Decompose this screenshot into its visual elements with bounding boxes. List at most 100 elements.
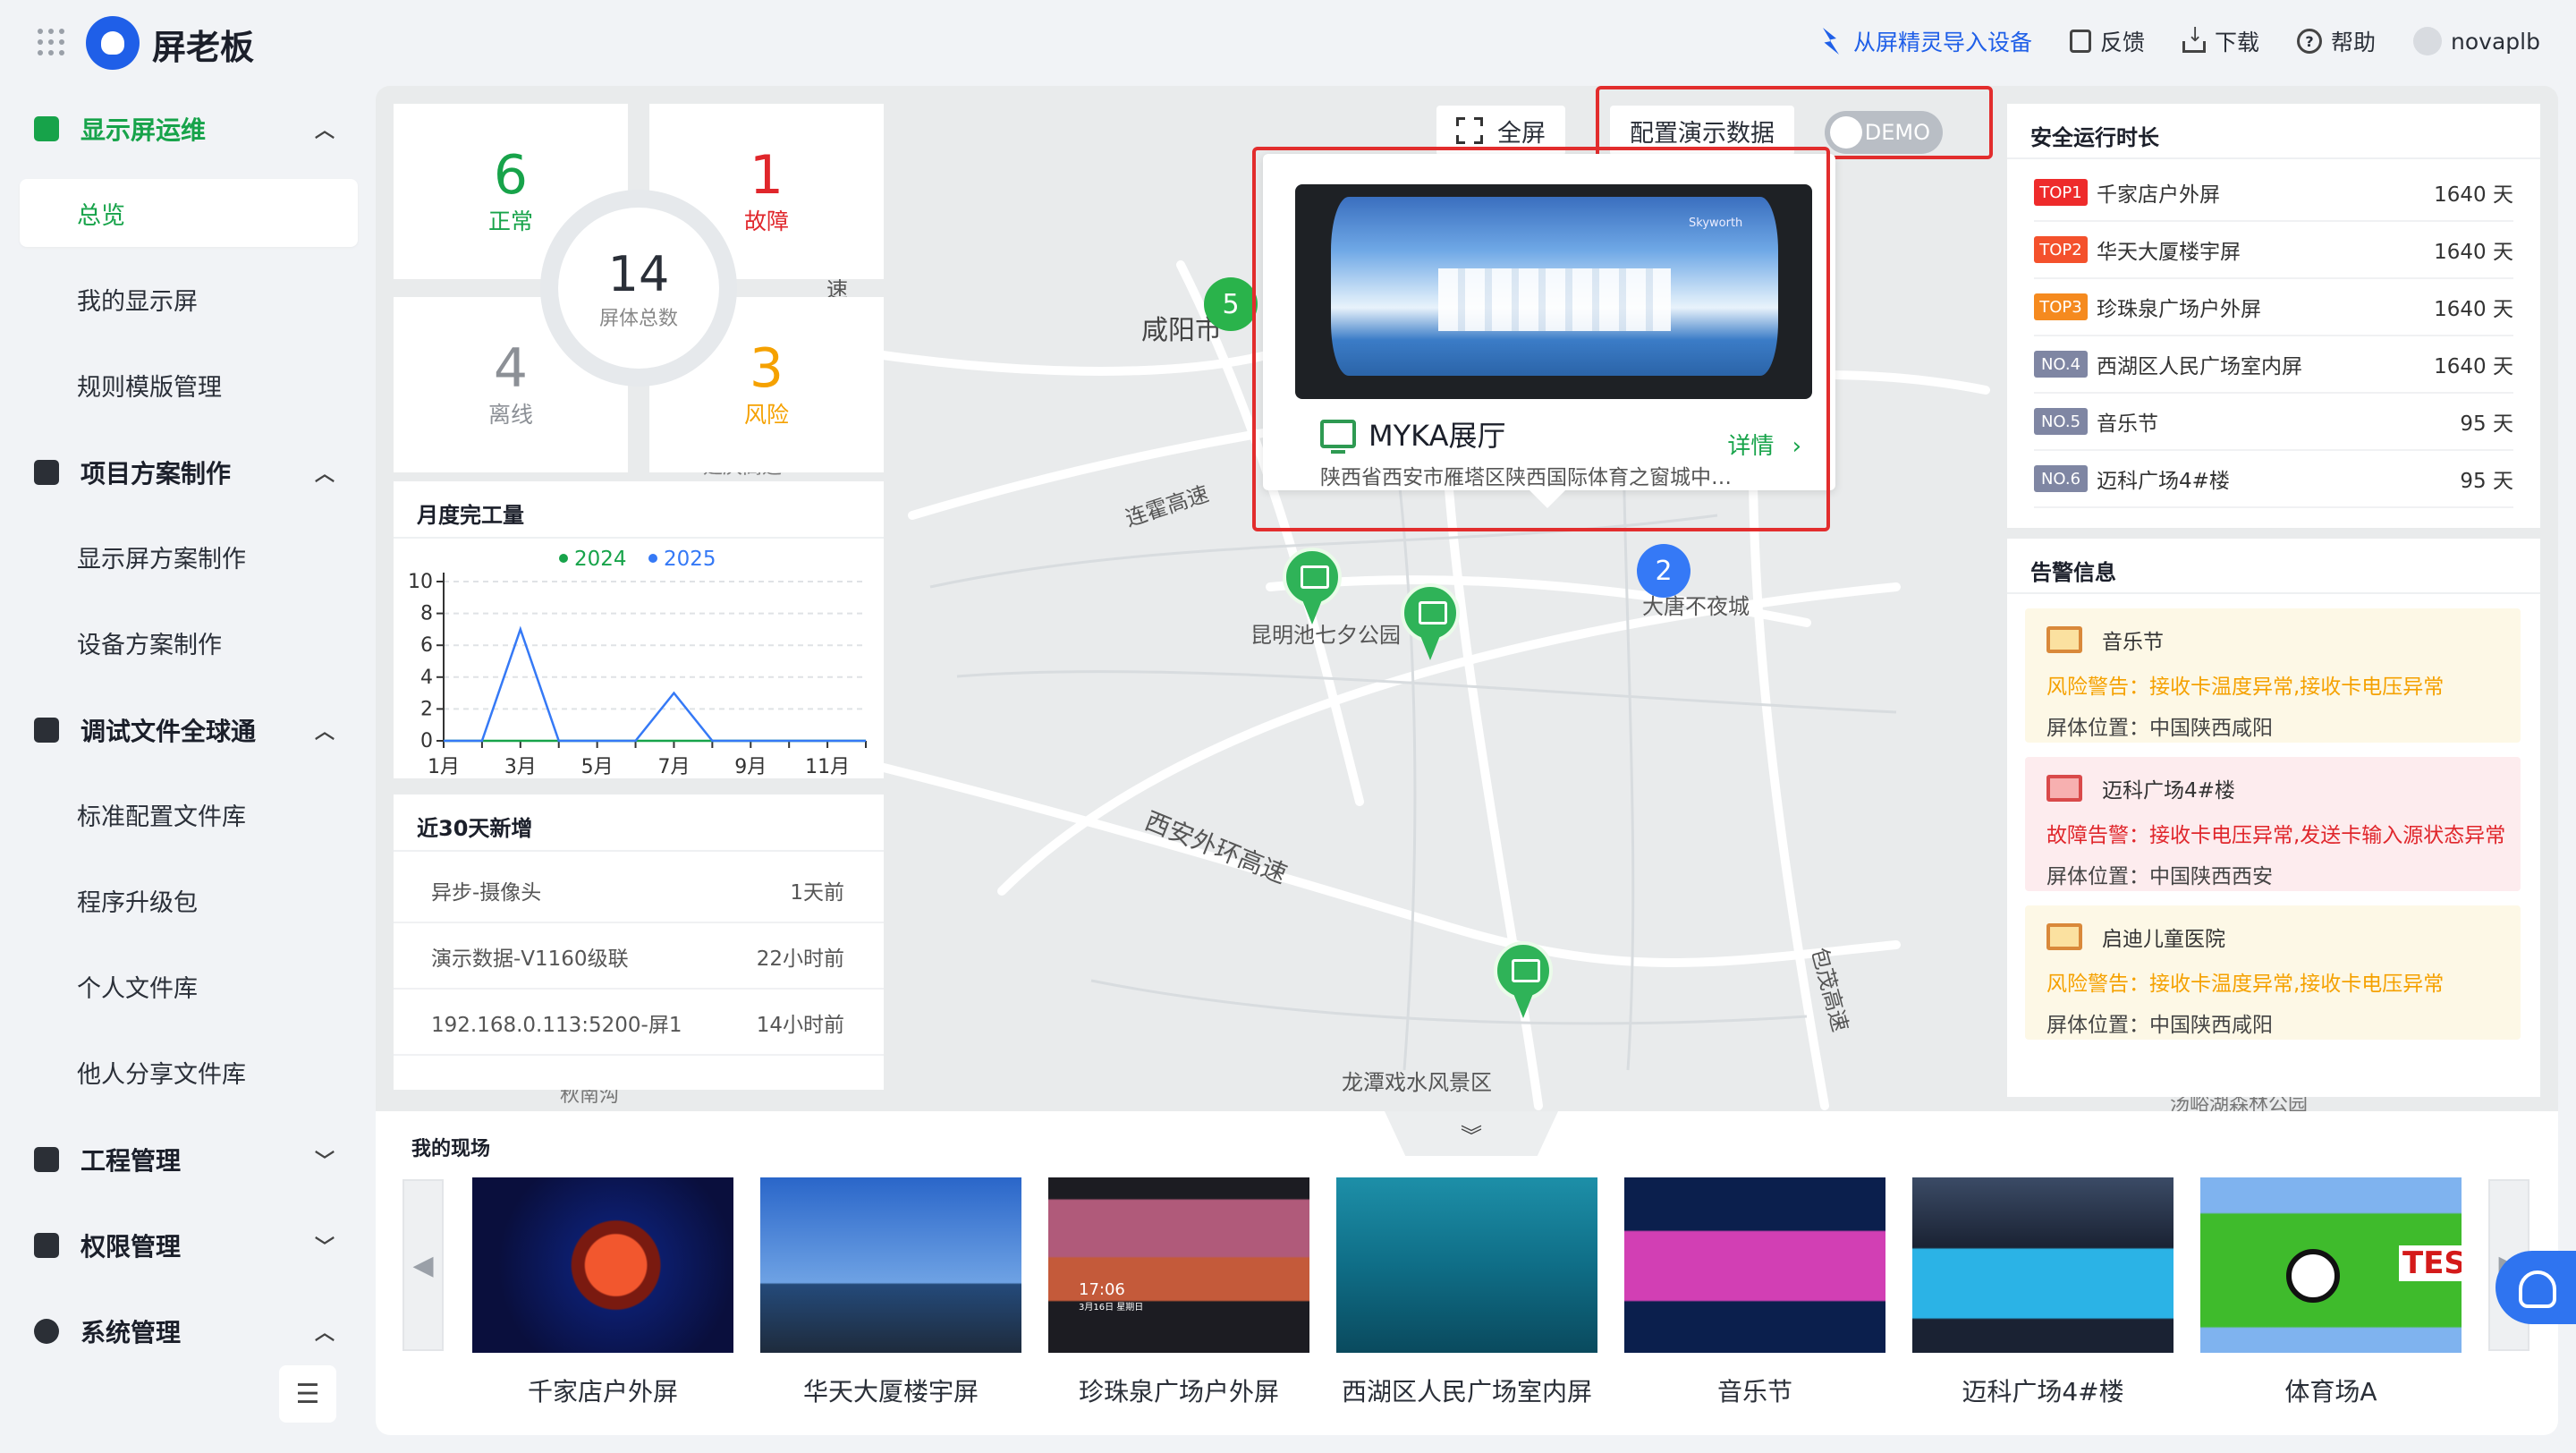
site-name[interactable]: 迈科广场4#楼 — [1912, 1372, 2174, 1408]
customer-service-button[interactable] — [2496, 1251, 2576, 1324]
recent-row[interactable]: 192.168.0.113:5200-屏1 14小时前 — [394, 991, 884, 1056]
rank-screen-name: 音乐节 — [2097, 412, 2158, 436]
chevron-down-icon: ﹀ — [314, 1151, 335, 1173]
brand-logo-icon — [86, 16, 140, 70]
alert-item[interactable]: 音乐节 风险警告：接收卡温度异常,接收卡电压异常 屏体位置：中国陕西咸阳 — [2025, 608, 2521, 743]
sidebar-group-project[interactable]: 项目方案制作 ︿ — [0, 429, 376, 515]
site-thumbnail[interactable] — [760, 1177, 1021, 1353]
caret-left-icon: ◀ — [412, 1249, 434, 1281]
app-root: 屏老板 从屏精灵导入设备 反馈 下载 ? 帮助 novaplb — [0, 0, 2576, 1453]
rank-badge: NO.4 — [2034, 351, 2088, 378]
y-tick-label: 0 — [420, 730, 433, 752]
recent-row-time: 14小时前 — [756, 1014, 844, 1037]
safety-rank-row[interactable]: TOP3 珍珠泉广场户外屏 1640 天 — [2034, 279, 2513, 336]
billboard-icon — [2046, 923, 2082, 950]
site-name[interactable]: 西湖区人民广场室内屏 — [1336, 1372, 1597, 1408]
map-cluster[interactable]: 2 — [1637, 544, 1690, 598]
recent-title: 近30天新增 — [417, 816, 533, 841]
sidebar-group-label: 调试文件全球通 — [80, 717, 257, 746]
map-marker[interactable] — [1494, 941, 1553, 1022]
monthly-line-chart: 0 2 4 6 8 10 1月 3月 5月 7月 9月 11月 2024 2025 — [408, 548, 867, 778]
safety-rank-row[interactable]: TOP2 华天大厦楼宇屏 1640 天 — [2034, 222, 2513, 279]
legend-label: 2024 — [574, 548, 627, 571]
sidebar-group-engineering[interactable]: 工程管理 ﹀ — [0, 1117, 376, 1202]
safety-rank-row[interactable]: TOP1 千家店户外屏 1640 天 — [2034, 165, 2513, 222]
site-name[interactable]: 音乐节 — [1624, 1372, 1885, 1408]
site-thumbnail[interactable] — [1624, 1177, 1885, 1353]
alert-item[interactable]: 迈科广场4#楼 故障告警：接收卡电压异常,发送卡输入源状态异常 屏体位置：中国陕西西… — [2025, 757, 2521, 891]
stat-risk-label: 风险 — [743, 402, 789, 428]
football-icon — [2286, 1249, 2340, 1303]
site-name[interactable]: 体育场A — [2200, 1372, 2462, 1408]
map-marker-selected[interactable] — [1401, 583, 1460, 664]
alert-screen-name: 迈科广场4#楼 — [2102, 779, 2235, 803]
site-thumbnail[interactable] — [1336, 1177, 1597, 1353]
alert-item[interactable]: 启迪儿童医院 风险警告：接收卡温度异常,接收卡电压异常 屏体位置：中国陕西咸阳 — [2025, 905, 2521, 1040]
user-menu[interactable]: novaplb — [2413, 27, 2540, 55]
sidebar-group-label: 系统管理 — [80, 1318, 182, 1347]
recent-row[interactable]: 演示数据-V1160级联 22小时前 — [394, 925, 884, 990]
feedback-button[interactable]: 反馈 — [2070, 25, 2145, 57]
sidebar-group-label: 显示屏运维 — [80, 115, 207, 145]
collapse-sidebar-button[interactable]: ☰ — [279, 1365, 336, 1423]
my-sites-strip: ︾ 我的现场 ◀ ▶ 千家店户外屏华天大厦楼宇屏17:063月16日 星期日珍珠… — [376, 1111, 2558, 1435]
collapse-panel-toggle[interactable]: ︾ — [1385, 1111, 1558, 1156]
recent-new-panel: 近30天新增 异步-摄像头 1天前 演示数据-V1160级联 22小时前 192… — [394, 794, 884, 1090]
sidebar-item-rule-templates[interactable]: 规则模版管理 — [20, 351, 358, 419]
stat-offline-value: 4 — [493, 337, 529, 400]
feedback-icon — [2070, 30, 2091, 53]
sidebar-item-overview[interactable]: 总览 — [20, 179, 358, 247]
screen-status-stats: 6 正常 1 故障 4 离线 3 风险 14 屏体总数 — [394, 104, 884, 472]
sidebar-group-permission[interactable]: 权限管理 ﹀ — [0, 1202, 376, 1288]
settings-icon — [34, 1319, 59, 1344]
site-thumbnail[interactable]: TES — [2200, 1177, 2462, 1353]
recent-row[interactable]: 异步-摄像头 1天前 — [394, 859, 884, 923]
help-button[interactable]: ? 帮助 — [2297, 25, 2376, 57]
chevron-up-icon: ︿ — [314, 463, 335, 486]
safety-rank-row[interactable]: NO.4 西湖区人民广场室内屏 1640 天 — [2034, 336, 2513, 394]
sidebar-item-my-screens[interactable]: 我的显示屏 — [20, 265, 358, 333]
site-name[interactable]: 千家店户外屏 — [472, 1372, 733, 1408]
permission-icon — [34, 1233, 59, 1258]
y-tick-label: 4 — [420, 667, 433, 689]
download-button[interactable]: 下载 — [2182, 24, 2259, 57]
site-thumbnail[interactable]: 17:06 3月16日 星期日 — [1048, 1177, 1309, 1353]
rank-screen-name: 千家店户外屏 — [2097, 183, 2220, 207]
rank-days: 1640 天 — [2434, 183, 2513, 207]
rank-screen-name: 珍珠泉广场户外屏 — [2097, 298, 2261, 321]
sidebar-item-upgrade-packages[interactable]: 程序升级包 — [20, 866, 358, 934]
fullscreen-label: 全屏 — [1497, 119, 1546, 148]
rank-days: 1640 天 — [2434, 241, 2513, 264]
recent-row-time: 1天前 — [790, 881, 844, 905]
stat-fault-label: 故障 — [743, 208, 789, 234]
safety-rank-row[interactable]: NO.6 迈科广场4#楼 95 天 — [2034, 451, 2513, 508]
site-thumbnail[interactable] — [472, 1177, 733, 1353]
sidebar-item-personal-files[interactable]: 个人文件库 — [20, 952, 358, 1020]
sidebar-item-screen-plan[interactable]: 显示屏方案制作 — [20, 523, 358, 591]
site-name[interactable]: 珍珠泉广场户外屏 — [1048, 1372, 1309, 1408]
sites-prev-button[interactable]: ◀ — [402, 1179, 444, 1351]
map-marker[interactable] — [1283, 548, 1342, 628]
recent-row-time: 22小时前 — [756, 947, 844, 971]
site-name[interactable]: 华天大厦楼宇屏 — [760, 1372, 1021, 1408]
import-devices-link[interactable]: 从屏精灵导入设备 — [1818, 25, 2032, 57]
recent-row-name: 演示数据-V1160级联 — [431, 947, 629, 971]
sidebar-item-shared-files[interactable]: 他人分享文件库 — [20, 1038, 358, 1106]
sidebar-item-standard-config[interactable]: 标准配置文件库 — [20, 780, 358, 848]
sidebar-group-files[interactable]: 调试文件全球通 ︿ — [0, 687, 376, 773]
alert-location: 屏体位置：中国陕西咸阳 — [2046, 1014, 2273, 1037]
map-label: 龙潭戏水风景区 — [1342, 1070, 1492, 1095]
map-cluster[interactable]: 5 — [1204, 277, 1258, 331]
sidebar-group-ops[interactable]: 显示屏运维 ︿ — [0, 86, 376, 172]
site-thumbnail[interactable] — [1912, 1177, 2174, 1353]
safe-runtime-panel: 安全运行时长 TOP1 千家店户外屏 1640 天 TOP2 华天大厦楼宇屏 1640 天… — [2007, 104, 2540, 528]
x-tick-label: 7月 — [657, 756, 690, 778]
sidebar-group-system[interactable]: 系统管理 ︿ — [0, 1288, 376, 1374]
safety-rank-row[interactable]: NO.5 音乐节 95 天 — [2034, 394, 2513, 451]
x-tick-label: 11月 — [805, 756, 850, 778]
stat-normal-value: 6 — [493, 144, 529, 207]
apps-grid-icon[interactable] — [38, 29, 64, 55]
monitor-chart-icon — [34, 116, 59, 141]
sidebar-item-device-plan[interactable]: 设备方案制作 — [20, 608, 358, 676]
folder-icon — [34, 460, 59, 485]
